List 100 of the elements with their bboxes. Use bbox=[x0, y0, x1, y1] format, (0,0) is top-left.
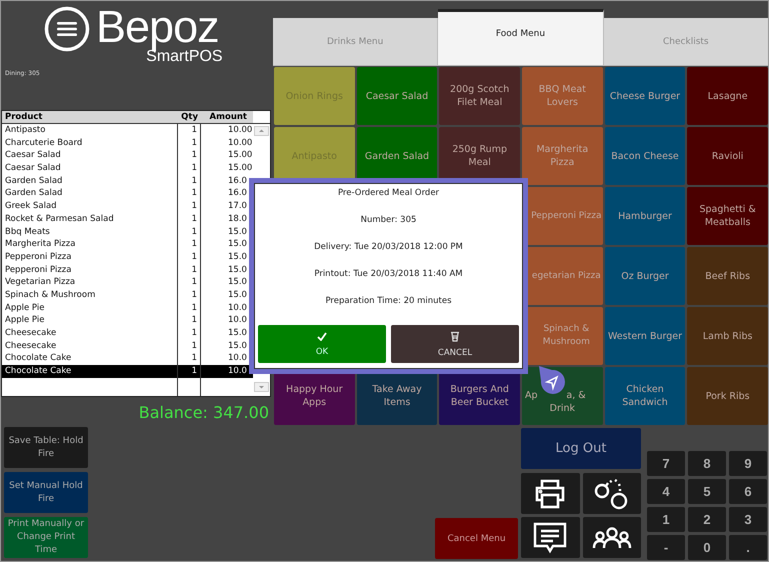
product-cell: Spinach & Mushroom bbox=[2, 288, 178, 302]
amount-cell-text: 15.0 bbox=[227, 264, 248, 276]
keypad-key[interactable]: 5 bbox=[688, 479, 726, 504]
keypad-key[interactable]: 4 bbox=[647, 479, 685, 504]
qty-cell: 1 bbox=[178, 124, 201, 137]
message-button[interactable] bbox=[521, 517, 580, 558]
keypad-key[interactable]: 9 bbox=[729, 451, 767, 476]
amount-cell-text: 15.0 bbox=[227, 340, 248, 352]
cancel-menu-button[interactable]: Cancel Menu bbox=[435, 518, 518, 559]
keypad-key[interactable]: 2 bbox=[688, 507, 726, 532]
keypad-key[interactable]: 3 bbox=[729, 507, 767, 532]
order-row[interactable]: Rocket & Parmesan Salad 1 18.0 bbox=[2, 212, 253, 226]
menu-item-button[interactable]: 200g Scotch Filet Meal bbox=[439, 67, 520, 125]
trash-icon bbox=[450, 330, 460, 342]
keypad-key[interactable]: 7 bbox=[647, 451, 685, 476]
keypad-key[interactable]: 0 bbox=[688, 535, 726, 560]
menu-tab[interactable]: Food Menu bbox=[438, 9, 604, 65]
order-row[interactable]: Charcuterie Board 1 10.00 bbox=[2, 136, 253, 150]
keypad-key[interactable]: 8 bbox=[688, 451, 726, 476]
amount-cell-text: 10.0 bbox=[227, 352, 248, 366]
qty-cell: 1 bbox=[178, 264, 201, 276]
group-button[interactable] bbox=[582, 517, 641, 558]
menu-item-button[interactable]: Western Burger bbox=[604, 307, 686, 365]
column-header: Product bbox=[2, 111, 178, 123]
product-cell: Pepperoni Pizza bbox=[2, 250, 178, 264]
product-cell: Cheesecake bbox=[2, 340, 178, 352]
action-button[interactable]: Save Table: Hold Fire bbox=[4, 427, 88, 468]
menu-item-button[interactable]: Lamb Ribs bbox=[687, 307, 768, 365]
qty-cell: 1 bbox=[178, 174, 201, 188]
keypad-key[interactable]: 1 bbox=[647, 507, 685, 532]
menu-item-button[interactable]: Hamburger bbox=[604, 187, 686, 245]
amount-cell-text: 15.0 bbox=[227, 250, 248, 264]
order-row[interactable]: Garden Salad 1 16.0 bbox=[2, 174, 253, 188]
product-cell: Garden Salad bbox=[2, 187, 178, 200]
dialog-text: Printout: Tue 20/03/2018 11:40 AM bbox=[314, 269, 463, 281]
order-row[interactable]: Cheesecake 1 15.0 bbox=[2, 327, 253, 340]
order-row[interactable]: Caesar Salad 1 15.00 bbox=[2, 149, 253, 162]
action-button[interactable]: Set Manual Hold Fire bbox=[4, 472, 88, 513]
order-row[interactable]: Vegetarian Pizza 1 15.0 bbox=[2, 276, 253, 289]
menu-item-button[interactable]: Beef Ribs bbox=[687, 247, 768, 305]
order-row[interactable]: Spinach & Mushroom 1 15.0 bbox=[2, 288, 253, 302]
menu-item-button[interactable]: Oz Burger bbox=[604, 247, 686, 305]
menu-item-button[interactable]: Pork Ribs bbox=[687, 367, 768, 425]
ok-button[interactable]: OK bbox=[258, 325, 386, 363]
cancel-button[interactable]: CANCEL bbox=[391, 325, 519, 363]
order-row[interactable]: Pepperoni Pizza 1 15.0 bbox=[2, 250, 253, 264]
qty-cell: 1 bbox=[178, 314, 201, 327]
qty-cell: 1 bbox=[178, 327, 201, 340]
amount-cell-text: 16.0 bbox=[227, 174, 248, 188]
action-button[interactable]: Print Manually or Change Print Time bbox=[4, 517, 88, 558]
qty-cell: 1 bbox=[178, 238, 201, 251]
product-cell: Antipasto bbox=[2, 124, 178, 137]
order-row[interactable]: Cheesecake 1 15.0 bbox=[2, 340, 253, 352]
printer-icon bbox=[534, 478, 566, 508]
product-cell: Rocket & Parmesan Salad bbox=[2, 212, 178, 226]
product-cell: Apple Pie bbox=[2, 314, 178, 327]
group-icon bbox=[592, 526, 632, 550]
printer-button[interactable] bbox=[521, 473, 580, 514]
keypad-key[interactable]: . bbox=[729, 535, 767, 560]
order-row[interactable]: Apple Pie 1 10.0 bbox=[2, 302, 253, 314]
qty-cell: 1 bbox=[178, 288, 201, 302]
menu-item-button[interactable]: Ravioli bbox=[687, 127, 768, 185]
amount-cell-text: 15.00 bbox=[227, 149, 253, 162]
order-row[interactable]: Chocolate Cake 1 10.0 bbox=[2, 365, 253, 378]
qty-cell: 1 bbox=[178, 226, 201, 238]
qty-cell: 1 bbox=[178, 187, 201, 200]
order-row[interactable]: Bbq Meats 1 15.0 bbox=[2, 226, 253, 238]
order-row[interactable]: Antipasto 1 10.00 bbox=[2, 124, 253, 137]
handcuffs-icon bbox=[594, 478, 630, 510]
order-row[interactable]: Apple Pie 1 10.0 bbox=[2, 314, 253, 327]
column-header: Amount bbox=[201, 111, 253, 123]
menu-item-button[interactable]: Bacon Cheese bbox=[604, 127, 686, 185]
order-row[interactable]: Margherita Pizza 1 15.0 bbox=[2, 238, 253, 251]
menu-item-button[interactable]: Spaghetti & Meatballs bbox=[687, 187, 768, 245]
product-cell: Margherita Pizza bbox=[2, 238, 178, 251]
handcuffs-button[interactable] bbox=[582, 473, 641, 514]
log-out-button[interactable]: Log Out bbox=[521, 428, 641, 469]
keypad-key[interactable]: 6 bbox=[729, 479, 767, 504]
dialog-text: Delivery: Tue 20/03/2018 12:00 PM bbox=[314, 242, 463, 254]
amount-cell-text: 10.00 bbox=[227, 136, 253, 150]
order-row[interactable]: Greek Salad 1 17.0 bbox=[2, 200, 253, 213]
order-row[interactable]: Caesar Salad 1 15.00 bbox=[2, 162, 253, 175]
product-cell: Vegetarian Pizza bbox=[2, 276, 178, 289]
keypad-key[interactable]: - bbox=[647, 535, 685, 560]
column-header: Qty bbox=[178, 111, 201, 123]
menu-item-button[interactable]: Cheese Burger bbox=[604, 67, 686, 125]
menu-icon[interactable] bbox=[44, 6, 90, 52]
qty-cell: 1 bbox=[178, 302, 201, 314]
logo-name: Bepoz bbox=[96, 5, 219, 49]
amount-cell-text: 10.00 bbox=[227, 124, 253, 137]
dialog-text: Preparation Time: 20 minutes bbox=[325, 296, 452, 308]
order-row[interactable]: Garden Salad 1 16.0 bbox=[2, 187, 253, 200]
product-cell: Charcuterie Board bbox=[2, 136, 178, 150]
menu-item-button[interactable]: Lasagne bbox=[687, 67, 768, 125]
menu-item-button[interactable]: Chicken Sandwich bbox=[604, 367, 686, 425]
amount-cell-text: 15.0 bbox=[227, 327, 248, 340]
qty-cell: 1 bbox=[178, 200, 201, 213]
dialog-text: Number: 305 bbox=[360, 215, 416, 227]
product-cell: Pepperoni Pizza bbox=[2, 264, 178, 276]
order-row[interactable]: Pepperoni Pizza 1 15.0 bbox=[2, 264, 253, 276]
